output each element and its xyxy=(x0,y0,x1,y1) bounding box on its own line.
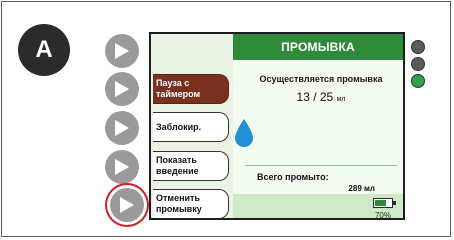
status-message: Осуществляется промывка xyxy=(259,74,383,84)
play-triangle-icon xyxy=(115,81,129,97)
side-button-1[interactable] xyxy=(105,34,139,68)
menu-item-cancel-flush[interactable]: Отменить промывку xyxy=(153,189,229,218)
progress-value: 13 / 25 xyxy=(296,90,334,104)
side-button-3[interactable] xyxy=(105,111,139,145)
indicator-light-2 xyxy=(411,57,425,71)
side-button-2[interactable] xyxy=(105,72,139,106)
indicator-light-3 xyxy=(411,74,425,88)
menu-item-label: Показать введение xyxy=(156,155,199,176)
side-button-cancel-highlighted[interactable] xyxy=(110,188,144,222)
menu-item-label: Отменить промывку xyxy=(156,193,202,214)
battery-icon xyxy=(373,198,393,208)
battery-fill xyxy=(375,200,387,206)
play-triangle-icon xyxy=(115,120,129,136)
divider xyxy=(245,165,397,166)
play-triangle-icon xyxy=(115,159,129,175)
menu-item-label: Заблокир. xyxy=(156,121,202,132)
screen-title: ПРОМЫВКА xyxy=(233,34,403,60)
menu-item-show-infusion[interactable]: Показать введение xyxy=(153,151,229,181)
device-screen: ПРОМЫВКА Пауза с таймером Заблокир. Показ… xyxy=(149,32,405,220)
menu-item-lock[interactable]: Заблокир. xyxy=(153,112,229,142)
progress-unit: мл xyxy=(336,96,346,103)
water-drop-icon xyxy=(235,119,253,147)
battery-tip xyxy=(393,201,396,205)
total-flushed-label: Всего промыто: xyxy=(257,172,329,182)
flush-progress: 13 / 25 мл xyxy=(243,90,399,104)
total-flushed-value: 289 мл xyxy=(348,184,375,193)
play-triangle-icon xyxy=(120,197,134,213)
menu-item-pause-timer[interactable]: Пауза с таймером xyxy=(153,74,229,104)
side-button-4[interactable] xyxy=(105,150,139,184)
menu-item-label: Пауза с таймером xyxy=(156,78,201,99)
battery-percent: 70% xyxy=(374,211,391,220)
indicator-light-1 xyxy=(411,40,425,54)
figure-label-badge: A xyxy=(18,24,70,76)
play-triangle-icon xyxy=(115,43,129,59)
